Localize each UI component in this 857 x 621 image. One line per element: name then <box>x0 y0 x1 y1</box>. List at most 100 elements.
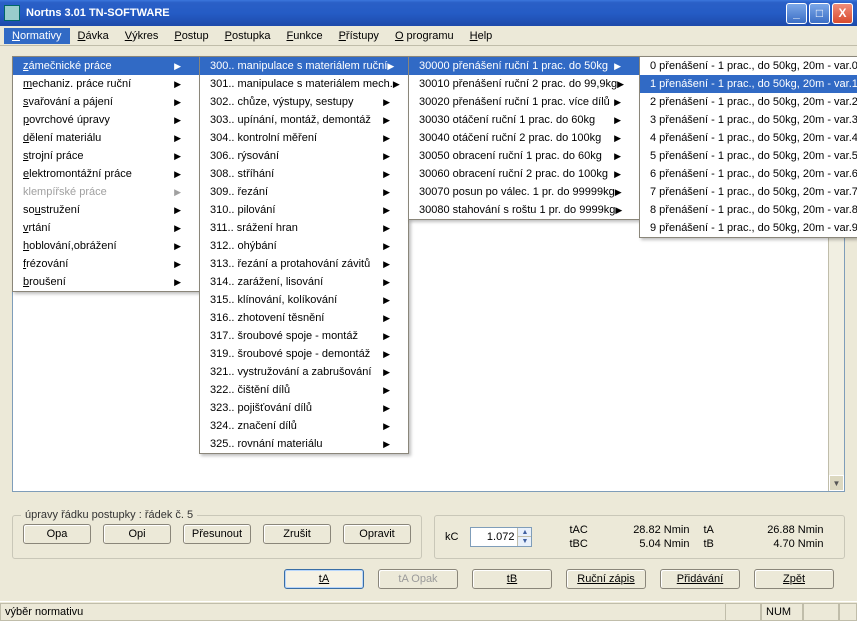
menu-item[interactable]: 312.. ohýbání▶ <box>200 237 408 255</box>
tb-value: 4.70 Nmin <box>743 538 823 550</box>
menu-item[interactable]: 302.. chůze, výstupy, sestupy▶ <box>200 93 408 111</box>
stats-group: kC ▲▼ tAC 28.82 Nmin tA 26.88 Nmin tBC 5… <box>434 515 845 559</box>
menu-item[interactable]: 30060 obracení ruční 2 prac. do 100kg▶ <box>409 165 639 183</box>
spinner-up-icon[interactable]: ▲ <box>518 528 531 537</box>
menu-item[interactable]: elektromontážní práce▶ <box>13 165 199 183</box>
menu-normativy[interactable]: Normativy <box>4 28 70 44</box>
menu-item[interactable]: 315.. klínování, kolíkování▶ <box>200 291 408 309</box>
resize-grip[interactable] <box>839 603 857 621</box>
opravit-button[interactable]: Opravit <box>343 524 411 544</box>
ta-button[interactable]: tA <box>284 569 364 589</box>
minimize-button[interactable]: _ <box>786 3 807 24</box>
zpet-button[interactable]: Zpět <box>754 569 834 589</box>
menu-item[interactable]: 301.. manipulace s materiálem mech.▶ <box>200 75 408 93</box>
menu-přístupy[interactable]: Přístupy <box>331 28 387 44</box>
tb-button[interactable]: tB <box>472 569 552 589</box>
kc-spinner[interactable]: ▲▼ <box>470 527 532 547</box>
menu-item[interactable]: 4 přenášení - 1 prac., do 50kg, 20m - va… <box>640 129 857 147</box>
menu-item[interactable]: 303.. upínání, montáž, demontáž▶ <box>200 111 408 129</box>
menu-item[interactable]: 30050 obracení ruční 1 prac. do 60kg▶ <box>409 147 639 165</box>
workarea: ▲ ▼ zámečnické práce▶mechaniz. práce ruč… <box>0 46 857 601</box>
menu-item[interactable]: 322.. čištění dílů▶ <box>200 381 408 399</box>
menu-item[interactable]: 304.. kontrolní měření▶ <box>200 129 408 147</box>
submenu-level-2: 300.. manipulace s materiálem ruční▶301.… <box>199 56 409 454</box>
menu-item[interactable]: 306.. rýsování▶ <box>200 147 408 165</box>
menu-item[interactable]: 30080 stahování s roštu 1 pr. do 9999kg▶ <box>409 201 639 219</box>
opi-button[interactable]: Opi <box>103 524 171 544</box>
menu-dávka[interactable]: Dávka <box>70 28 117 44</box>
status-cell-1 <box>725 603 761 621</box>
menu-funkce[interactable]: Funkce <box>278 28 330 44</box>
menu-item[interactable]: zámečnické práce▶ <box>13 57 199 75</box>
menu-výkres[interactable]: Výkres <box>117 28 167 44</box>
menu-item[interactable]: mechaniz. práce ruční▶ <box>13 75 199 93</box>
menu-item[interactable]: hoblování,obrážení▶ <box>13 237 199 255</box>
zrusit-button[interactable]: Zrušit <box>263 524 331 544</box>
statusbar: výběr normativu NUM <box>0 601 857 621</box>
menu-item[interactable]: 316.. zhotovení těsnění▶ <box>200 309 408 327</box>
menu-item[interactable]: 30070 posun po válec. 1 pr. do 99999kg▶ <box>409 183 639 201</box>
opa-button[interactable]: Opa <box>23 524 91 544</box>
menu-item[interactable]: 321.. vystružování a zabrušování▶ <box>200 363 408 381</box>
menu-item[interactable]: 30040 otáčení ruční 2 prac. do 100kg▶ <box>409 129 639 147</box>
menu-item[interactable]: strojní práce▶ <box>13 147 199 165</box>
menu-item[interactable]: 311.. srážení hran▶ <box>200 219 408 237</box>
menu-item[interactable]: 2 přenášení - 1 prac., do 50kg, 20m - va… <box>640 93 857 111</box>
presunout-button[interactable]: Přesunout <box>183 524 251 544</box>
menu-item[interactable]: 30020 přenášení ruční 1 prac. více dílů▶ <box>409 93 639 111</box>
kc-input[interactable] <box>471 531 517 543</box>
menu-item[interactable]: vrtání▶ <box>13 219 199 237</box>
menu-item[interactable]: povrchové úpravy▶ <box>13 111 199 129</box>
menu-item[interactable]: 325.. rovnání materiálu▶ <box>200 435 408 453</box>
menu-postup[interactable]: Postup <box>166 28 216 44</box>
ta-label: tA <box>703 524 729 536</box>
menu-item[interactable]: 323.. pojišťování dílů▶ <box>200 399 408 417</box>
edit-row-group: úpravy řádku postupky : řádek č. 5 Opa O… <box>12 515 422 559</box>
menu-item[interactable]: 8 přenášení - 1 prac., do 50kg, 20m - va… <box>640 201 857 219</box>
menu-postupka[interactable]: Postupka <box>217 28 279 44</box>
menu-item[interactable]: 313.. řezání a protahování závitů▶ <box>200 255 408 273</box>
menu-item[interactable]: 30000 přenášení ruční 1 prac. do 50kg▶ <box>409 57 639 75</box>
menu-item[interactable]: 308.. stříhání▶ <box>200 165 408 183</box>
menu-item[interactable]: 310.. pilování▶ <box>200 201 408 219</box>
status-num: NUM <box>761 603 803 621</box>
menu-item[interactable]: 300.. manipulace s materiálem ruční▶ <box>200 57 408 75</box>
menu-item[interactable]: 324.. značení dílů▶ <box>200 417 408 435</box>
menu-item[interactable]: 3 přenášení - 1 prac., do 50kg, 20m - va… <box>640 111 857 129</box>
close-button[interactable]: X <box>832 3 853 24</box>
menu-item[interactable]: svařování a pájení▶ <box>13 93 199 111</box>
menu-item[interactable]: 5 přenášení - 1 prac., do 50kg, 20m - va… <box>640 147 857 165</box>
menu-help[interactable]: Help <box>462 28 501 44</box>
spinner-down-icon[interactable]: ▼ <box>518 537 531 546</box>
menu-item[interactable]: 314.. zarážení, lisování▶ <box>200 273 408 291</box>
menubar: NormativyDávkaVýkresPostupPostupkaFunkce… <box>0 26 857 46</box>
menu-item[interactable]: dělení materiálu▶ <box>13 129 199 147</box>
menu-item[interactable]: 319.. šroubové spoje - demontáž▶ <box>200 345 408 363</box>
maximize-button[interactable]: □ <box>809 3 830 24</box>
titlebar: Nortns 3.01 TN-SOFTWARE _ □ X <box>0 0 857 26</box>
submenu-level-1: zámečnické práce▶mechaniz. práce ruční▶s… <box>12 56 200 292</box>
kc-label: kC <box>445 531 458 543</box>
menu-item: klempířské práce▶ <box>13 183 199 201</box>
menu-item[interactable]: 6 přenášení - 1 prac., do 50kg, 20m - va… <box>640 165 857 183</box>
menu-item[interactable]: soustružení▶ <box>13 201 199 219</box>
menu-item[interactable]: 317.. šroubové spoje - montáž▶ <box>200 327 408 345</box>
menu-item[interactable]: 7 přenášení - 1 prac., do 50kg, 20m - va… <box>640 183 857 201</box>
menu-item[interactable]: 30030 otáčení ruční 1 prac. do 60kg▶ <box>409 111 639 129</box>
pridavani-button[interactable]: Přidávání <box>660 569 740 589</box>
menu-item[interactable]: frézování▶ <box>13 255 199 273</box>
status-cell-2 <box>803 603 839 621</box>
tac-label: tAC <box>569 524 595 536</box>
menu-item[interactable]: broušení▶ <box>13 273 199 291</box>
menu-item[interactable]: 9 přenášení - 1 prac., do 50kg, 20m - va… <box>640 219 857 237</box>
menu-item[interactable]: 30010 přenášení ruční 2 prac. do 99,9kg▶ <box>409 75 639 93</box>
menu-item[interactable]: 309.. řezání▶ <box>200 183 408 201</box>
menu-item[interactable]: 0 přenášení - 1 prac., do 50kg, 20m - va… <box>640 57 857 75</box>
rucni-zapis-button[interactable]: Ruční zápis <box>566 569 646 589</box>
menu-item[interactable]: 1 přenášení - 1 prac., do 50kg, 20m - va… <box>640 75 857 93</box>
submenu-level-4: 0 přenášení - 1 prac., do 50kg, 20m - va… <box>639 56 857 238</box>
scroll-down-icon[interactable]: ▼ <box>829 475 844 491</box>
stats-grid: tAC 28.82 Nmin tA 26.88 Nmin tBC 5.04 Nm… <box>569 524 823 550</box>
ta-opak-button[interactable]: tA Opak <box>378 569 458 589</box>
menu-o programu[interactable]: O programu <box>387 28 462 44</box>
